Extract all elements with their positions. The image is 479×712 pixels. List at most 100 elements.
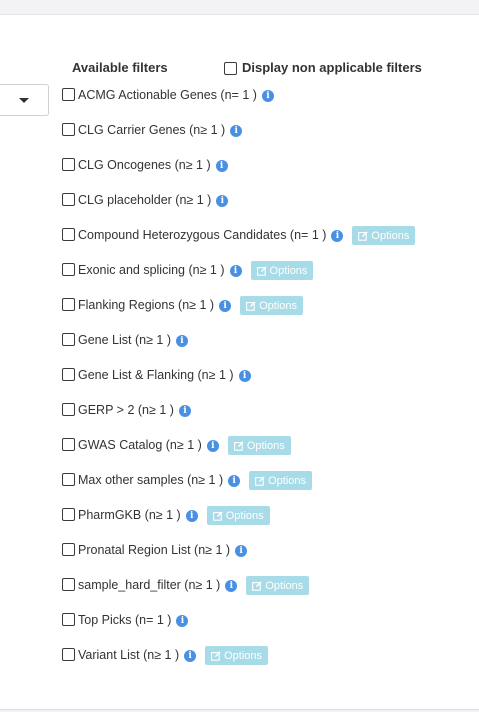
info-icon[interactable]: i: [225, 580, 238, 592]
filter-list: ACMG Actionable Genes (n= 1 ) i CLG Carrie…: [62, 86, 416, 681]
options-label: Options: [224, 649, 263, 662]
info-icon[interactable]: i: [219, 300, 232, 312]
filter-checkbox[interactable]: [62, 88, 75, 101]
info-icon[interactable]: i: [184, 650, 197, 662]
filter-item: CLG Carrier Genes (n≥ 1 ) i: [62, 121, 415, 156]
filter-label: Exonic and splicing (n≥ 1 ): [78, 263, 225, 277]
filter-label: PharmGKB (n≥ 1 ): [78, 508, 181, 522]
filter-item: CLG placeholder (n≥ 1 ) i: [62, 191, 415, 226]
filters-panel: Available filters Display non applicable…: [0, 14, 479, 710]
filter-item: sample_hard_filter (n≥ 1 ) i Options: [62, 576, 415, 611]
filter-label: Compound Heterozygous Candidates (n= 1 ): [78, 228, 327, 242]
filter-checkbox[interactable]: [62, 543, 75, 556]
filter-checkbox[interactable]: [62, 613, 75, 626]
filter-item: Gene List & Flanking (n≥ 1 ) i: [62, 366, 415, 401]
filter-label: ACMG Actionable Genes (n= 1 ): [78, 88, 257, 102]
filter-label: CLG Oncogenes (n≥ 1 ): [78, 158, 211, 172]
info-icon[interactable]: i: [206, 440, 219, 452]
filter-item: GERP > 2 (n≥ 1 ) i: [62, 401, 415, 436]
filter-checkbox[interactable]: [62, 368, 75, 381]
filter-item: Flanking Regions (n≥ 1 ) i Options: [62, 296, 415, 331]
info-icon[interactable]: i: [176, 615, 189, 627]
filter-checkbox[interactable]: [62, 438, 75, 451]
filter-checkbox[interactable]: [62, 648, 75, 661]
edit-icon: [233, 440, 244, 451]
info-icon[interactable]: i: [238, 370, 251, 382]
filter-item: Top Picks (n= 1 ) i: [62, 611, 415, 646]
caret-down-icon: [19, 98, 29, 103]
info-icon[interactable]: i: [215, 160, 228, 172]
filter-item: Pronatal Region List (n≥ 1 ) i: [62, 541, 415, 576]
filter-label: Gene List & Flanking (n≥ 1 ): [78, 368, 234, 382]
edit-icon: [358, 230, 369, 241]
filter-label: CLG Carrier Genes (n≥ 1 ): [78, 123, 226, 137]
options-label: Options: [259, 299, 298, 312]
filter-item: Variant List (n≥ 1 ) i Options: [62, 646, 415, 681]
options-label: Options: [246, 439, 285, 452]
filter-item: GWAS Catalog (n≥ 1 ) i Options: [62, 436, 415, 471]
filter-label: Top Picks (n= 1 ): [78, 613, 172, 627]
non-applicable-checkbox[interactable]: [224, 62, 237, 75]
filter-item: Exonic and splicing (n≥ 1 ) i Options: [62, 261, 415, 296]
options-button[interactable]: Options: [250, 261, 314, 280]
options-button[interactable]: Options: [206, 506, 270, 525]
options-label: Options: [265, 579, 304, 592]
filter-checkbox[interactable]: [62, 578, 75, 591]
options-button[interactable]: Options: [240, 296, 304, 315]
options-button[interactable]: Options: [246, 576, 310, 595]
non-applicable-toggle[interactable]: Display non applicable filters: [224, 60, 422, 75]
filter-label: Variant List (n≥ 1 ): [78, 648, 180, 662]
info-icon[interactable]: i: [331, 230, 344, 242]
filter-label: Max other samples (n≥ 1 ): [78, 473, 224, 487]
filter-item: Gene List (n≥ 1 ) i: [62, 331, 415, 366]
info-icon[interactable]: i: [178, 405, 191, 417]
non-applicable-label: Display non applicable filters: [242, 60, 422, 75]
filter-label: Gene List (n≥ 1 ): [78, 333, 172, 347]
options-label: Options: [268, 474, 307, 487]
options-label: Options: [371, 229, 410, 242]
info-icon[interactable]: i: [261, 90, 274, 102]
filter-checkbox[interactable]: [62, 123, 75, 136]
filter-checkbox[interactable]: [62, 403, 75, 416]
options-label: Options: [269, 264, 308, 277]
filter-checkbox[interactable]: [62, 158, 75, 171]
filter-item: PharmGKB (n≥ 1 ) i Options: [62, 506, 415, 541]
available-filters-heading: Available filters: [72, 60, 168, 75]
filter-label: Pronatal Region List (n≥ 1 ): [78, 543, 231, 557]
filter-item: Max other samples (n≥ 1 ) i Options: [62, 471, 415, 506]
options-button[interactable]: Options: [352, 226, 416, 245]
info-icon[interactable]: i: [176, 335, 189, 347]
filter-checkbox[interactable]: [62, 473, 75, 486]
info-icon[interactable]: i: [216, 195, 229, 207]
edit-icon: [256, 265, 267, 276]
edit-icon: [211, 650, 221, 661]
options-button[interactable]: Options: [249, 471, 313, 490]
filter-checkbox[interactable]: [62, 263, 75, 276]
filter-checkbox[interactable]: [62, 228, 75, 241]
edit-icon: [252, 580, 262, 591]
edit-icon: [212, 510, 223, 521]
filter-label: sample_hard_filter (n≥ 1 ): [78, 578, 221, 592]
options-button[interactable]: Options: [205, 646, 269, 665]
edit-icon: [255, 475, 265, 486]
filter-item: ACMG Actionable Genes (n= 1 ) i: [62, 86, 415, 121]
info-icon[interactable]: i: [229, 265, 242, 277]
options-button[interactable]: Options: [227, 436, 291, 455]
filter-label: GWAS Catalog (n≥ 1 ): [78, 438, 202, 452]
info-icon[interactable]: i: [230, 125, 243, 137]
info-icon[interactable]: i: [228, 475, 241, 487]
filter-item: Compound Heterozygous Candidates (n= 1 )…: [62, 226, 416, 261]
filter-checkbox[interactable]: [62, 193, 75, 206]
info-icon[interactable]: i: [235, 545, 248, 557]
filter-checkbox[interactable]: [62, 508, 75, 521]
filter-label: Flanking Regions (n≥ 1 ): [78, 298, 215, 312]
edit-icon: [246, 300, 256, 311]
filter-checkbox[interactable]: [62, 298, 75, 311]
options-label: Options: [225, 509, 264, 522]
filter-checkbox[interactable]: [62, 333, 75, 346]
filter-label: GERP > 2 (n≥ 1 ): [78, 403, 174, 417]
filter-set-dropdown[interactable]: [0, 84, 49, 116]
info-icon[interactable]: i: [185, 510, 198, 522]
filter-label: CLG placeholder (n≥ 1 ): [78, 193, 212, 207]
filter-item: CLG Oncogenes (n≥ 1 ) i: [62, 156, 415, 191]
